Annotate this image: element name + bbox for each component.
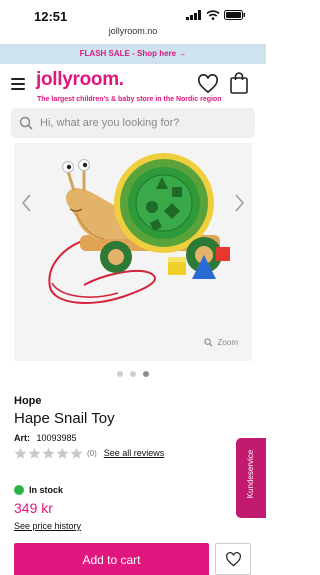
flash-sale-banner[interactable]: FLASH SALE - Shop here → <box>0 44 266 64</box>
logo[interactable]: jollyroom. <box>36 69 124 91</box>
cart-bag-icon[interactable] <box>229 72 249 94</box>
customer-service-label: Kundeservice <box>246 449 255 499</box>
status-icons <box>186 10 246 20</box>
star-icon <box>42 447 55 459</box>
zoom-button[interactable]: Zoom <box>203 338 238 347</box>
tagline: The largest children's & baby store in t… <box>37 96 222 103</box>
product-price: 349 kr <box>14 500 53 516</box>
stock-label: In stock <box>29 485 64 495</box>
chevron-right-icon[interactable] <box>234 193 246 213</box>
star-icon <box>70 447 83 459</box>
zoom-label: Zoom <box>217 338 238 347</box>
chevron-left-icon[interactable] <box>20 193 32 213</box>
url-bar[interactable]: jollyroom.no <box>0 26 266 40</box>
star-icon <box>28 447 41 459</box>
search-input[interactable]: Hi, what are you looking for? <box>11 108 255 138</box>
star-icon <box>56 447 69 459</box>
article-value: 10093985 <box>36 433 77 443</box>
wifi-icon <box>206 10 220 20</box>
battery-icon <box>224 10 245 20</box>
search-icon <box>19 116 33 130</box>
stock-status: In stock <box>14 485 63 495</box>
product-image-gallery[interactable]: Zoom <box>14 143 252 361</box>
product-brand[interactable]: Hope <box>14 395 42 407</box>
product-image <box>48 153 230 304</box>
status-time: 12:51 <box>34 9 68 24</box>
wishlist-heart-icon[interactable] <box>197 74 219 94</box>
article-number: Art: 10093985 <box>14 433 77 443</box>
star-icon <box>14 447 27 459</box>
search-placeholder: Hi, what are you looking for? <box>40 117 180 129</box>
add-to-wishlist-button[interactable] <box>215 543 251 575</box>
add-to-cart-button[interactable]: Add to cart <box>14 543 209 575</box>
star-rating <box>14 447 83 459</box>
signal-icon <box>186 10 201 20</box>
customer-service-tab[interactable]: Kundeservice <box>236 438 266 518</box>
site-header: jollyroom. The largest children's & baby… <box>0 66 266 110</box>
article-label: Art: <box>14 433 30 443</box>
see-all-reviews-link[interactable]: See all reviews <box>104 448 165 458</box>
in-stock-dot-icon <box>14 485 24 495</box>
carousel-dot[interactable] <box>130 371 136 377</box>
product-title: Hape Snail Toy <box>14 410 115 427</box>
menu-icon[interactable] <box>11 78 25 90</box>
heart-icon <box>226 552 241 567</box>
review-count: (0) <box>87 448 97 458</box>
rating-row: (0) See all reviews <box>14 447 164 459</box>
magnifier-icon <box>203 338 213 347</box>
carousel-dots <box>0 371 266 377</box>
carousel-dot-active[interactable] <box>143 371 149 377</box>
price-history-link[interactable]: See price history <box>14 521 81 531</box>
carousel-dot[interactable] <box>117 371 123 377</box>
